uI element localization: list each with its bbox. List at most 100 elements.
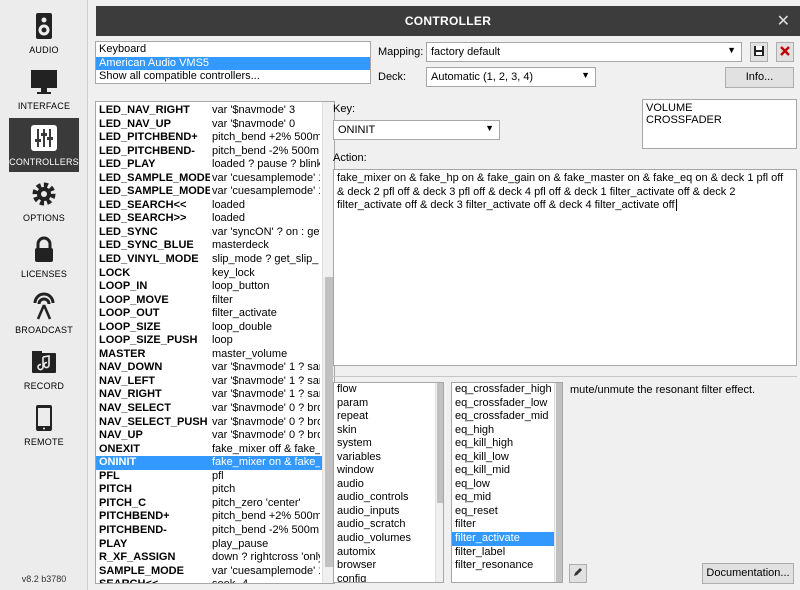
category-scrollbar[interactable] — [435, 383, 443, 582]
info-button[interactable]: Info... — [725, 67, 794, 88]
sidebar-item-broadcast[interactable]: BROADCAST — [9, 286, 79, 340]
device-list[interactable]: Keyboard American Audio VMS5 Show all co… — [95, 41, 371, 84]
sidebar-item-options[interactable]: OPTIONS — [9, 174, 79, 228]
mapping-row[interactable]: PLAY play_pause — [96, 538, 334, 552]
verb-item[interactable]: eq_kill_high — [452, 437, 562, 451]
mapping-row[interactable]: LED_NAV_RIGHT var '$navmode' 3 — [96, 104, 334, 118]
category-item[interactable]: param — [334, 397, 443, 411]
mapping-row[interactable]: LOOP_MOVE filter — [96, 294, 334, 308]
verb-item[interactable]: filter_resonance — [452, 559, 562, 573]
verb-item[interactable]: filter_activate — [452, 532, 562, 546]
mapping-select[interactable]: factory default ▼ — [426, 42, 742, 62]
sidebar-item-audio[interactable]: AUDIO — [9, 6, 79, 60]
verb-item[interactable]: eq_mid — [452, 491, 562, 505]
action-editor[interactable]: fake_mixer on & fake_hp on & fake_gain o… — [333, 169, 797, 366]
verb-item[interactable]: eq_crossfader_mid — [452, 410, 562, 424]
mapping-row[interactable]: PITCH pitch — [96, 483, 334, 497]
mapping-row[interactable]: LED_PITCHBEND+ pitch_bend +2% 500m — [96, 131, 334, 145]
category-item[interactable]: system — [334, 437, 443, 451]
delete-mapping-button[interactable] — [776, 42, 794, 62]
documentation-button[interactable]: Documentation... — [702, 563, 794, 584]
mapping-row[interactable]: NAV_RIGHT var '$navmode' 1 ? sar — [96, 388, 334, 402]
category-item[interactable]: flow — [334, 383, 443, 397]
sidebar-item-record[interactable]: RECORD — [9, 342, 79, 396]
mapping-row[interactable]: LED_PITCHBEND-pitch_bend -2% 500m — [96, 145, 334, 159]
mapping-row[interactable]: LOOP_OUT filter_activate — [96, 307, 334, 321]
key-select[interactable]: ONINIT ▼ — [333, 120, 500, 140]
category-item[interactable]: skin — [334, 424, 443, 438]
mapping-row[interactable]: PITCHBEND-pitch_bend -2% 500m — [96, 524, 334, 538]
category-item[interactable]: audio_inputs — [334, 505, 443, 519]
mapping-row[interactable]: PFL pfl — [96, 470, 334, 484]
mapping-row[interactable]: LOOP_IN loop_button — [96, 280, 334, 294]
mapping-row[interactable]: LED_VINYL_MODE slip_mode ? get_slip_ — [96, 253, 334, 267]
verb-item[interactable]: filter — [452, 518, 562, 532]
mapping-row[interactable]: LED_NAV_UP var '$navmode' 0 — [96, 118, 334, 132]
verb-item[interactable]: eq_reset — [452, 505, 562, 519]
category-item[interactable]: variables — [334, 451, 443, 465]
category-item[interactable]: audio_scratch — [334, 518, 443, 532]
mapping-row[interactable]: LED_SEARCH<< loaded — [96, 199, 334, 213]
sidebar-item-licenses[interactable]: LICENSES — [9, 230, 79, 284]
mapping-row[interactable]: R_XF_ASSIGN down ? rightcross 'only — [96, 551, 334, 565]
mapping-row[interactable]: LED_SYNC var 'syncON' ? on : get_ — [96, 226, 334, 240]
mapping-row[interactable]: SAMPLE_MODE var 'cuesamplemode' 1 — [96, 565, 334, 579]
category-item[interactable]: window — [334, 464, 443, 478]
mapping-key: LED_PITCHBEND+ — [99, 131, 198, 144]
verb-item[interactable]: eq_low — [452, 478, 562, 492]
device-item[interactable]: Show all compatible controllers... — [96, 70, 370, 84]
verb-item[interactable]: eq_crossfader_low — [452, 397, 562, 411]
mapping-row[interactable]: NAV_DOWN var '$navmode' 1 ? sar — [96, 361, 334, 375]
deck-select[interactable]: Automatic (1, 2, 3, 4) ▼ — [426, 67, 596, 87]
save-mapping-button[interactable] — [750, 42, 768, 62]
scroll-thumb[interactable] — [325, 277, 333, 567]
mapping-row[interactable]: ONEXIT fake_mixer off & fake_ — [96, 443, 334, 457]
mapping-row[interactable]: NAV_SELECT var '$navmode' 0 ? bro — [96, 402, 334, 416]
key-list-item[interactable]: VOLUME — [646, 102, 793, 114]
scroll-thumb[interactable] — [437, 383, 443, 503]
category-item[interactable]: audio_controls — [334, 491, 443, 505]
mapping-row[interactable]: NAV_LEFT var '$navmode' 1 ? sar — [96, 375, 334, 389]
device-item[interactable]: Keyboard — [96, 43, 370, 57]
edit-button[interactable] — [569, 564, 587, 583]
mapping-row[interactable]: LED_SAMPLE_MODE var 'cuesamplemode' 1 — [96, 172, 334, 186]
mapping-row[interactable]: LED_SEARCH>> loaded — [96, 212, 334, 226]
sidebar-item-label: OPTIONS — [23, 213, 65, 223]
mapping-row[interactable]: ONINIT fake_mixer on & fake_ — [96, 456, 334, 470]
category-item[interactable]: repeat — [334, 410, 443, 424]
sidebar-item-interface[interactable]: INTERFACE — [9, 62, 79, 116]
mapping-row[interactable]: LOOP_SIZE_PUSH loop — [96, 334, 334, 348]
category-item[interactable]: automix — [334, 546, 443, 560]
mapping-row[interactable]: PITCHBEND+ pitch_bend +2% 500m — [96, 510, 334, 524]
mapping-row[interactable]: NAV_UP var '$navmode' 0 ? bro — [96, 429, 334, 443]
device-item-selected[interactable]: American Audio VMS5 — [96, 56, 370, 71]
verb-item[interactable]: eq_high — [452, 424, 562, 438]
sidebar-item-controllers[interactable]: CONTROLLERS — [9, 118, 79, 172]
category-item[interactable]: audio_volumes — [334, 532, 443, 546]
mapping-row[interactable]: LED_PLAY loaded ? pause ? blink — [96, 158, 334, 172]
key-list-item[interactable]: CROSSFADER — [646, 114, 793, 126]
mapping-list[interactable]: LED_NAV_RIGHT var '$navmode' 3 LED_NAV_UP v… — [95, 101, 335, 584]
mapping-row[interactable]: PITCH_C pitch_zero 'center' — [96, 497, 334, 511]
scroll-thumb[interactable] — [556, 383, 562, 582]
mapping-row[interactable]: SEARCH<<seek -4 — [96, 578, 334, 583]
mapping-row[interactable]: LED_SYNC_BLUE masterdeck — [96, 239, 334, 253]
verb-item[interactable]: eq_kill_low — [452, 451, 562, 465]
key-list[interactable]: VOLUME CROSSFADER — [642, 99, 797, 149]
category-item[interactable]: audio — [334, 478, 443, 492]
close-icon[interactable]: ✕ — [777, 11, 790, 31]
mapping-row[interactable]: NAV_SELECT_PUSH var '$navmode' 0 ? bro — [96, 416, 334, 430]
mapping-row[interactable]: LED_SAMPLE_MODE_Bvar 'cuesamplemode' 1 — [96, 185, 334, 199]
category-item[interactable]: browser — [334, 559, 443, 573]
verb-item[interactable]: eq_crossfader_high — [452, 383, 562, 397]
category-list[interactable]: flow param repeat skin system variables window… — [333, 382, 444, 583]
category-item[interactable]: config — [334, 573, 443, 582]
verb-scrollbar[interactable] — [554, 383, 562, 582]
verb-item[interactable]: filter_label — [452, 546, 562, 560]
mapping-row[interactable]: LOOP_SIZE loop_double — [96, 321, 334, 335]
mapping-row[interactable]: MASTER master_volume — [96, 348, 334, 362]
verb-list[interactable]: eq_crossfader_high eq_crossfader_low eq_cr… — [451, 382, 563, 583]
verb-item[interactable]: eq_kill_mid — [452, 464, 562, 478]
sidebar-item-remote[interactable]: REMOTE — [9, 398, 79, 452]
mapping-row[interactable]: LOCK key_lock — [96, 267, 334, 281]
